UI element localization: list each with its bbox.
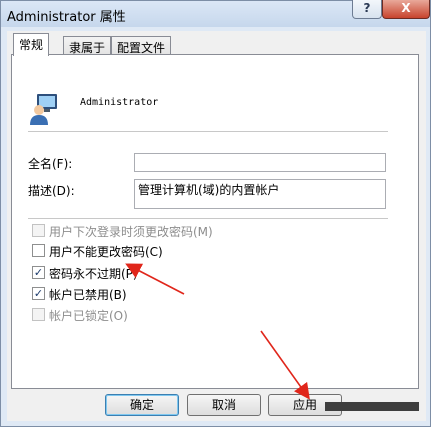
separator: [28, 218, 388, 219]
close-button[interactable]: X: [382, 0, 430, 19]
description-field[interactable]: 管理计算机(域)的内置帐户: [134, 179, 386, 209]
help-button[interactable]: ?: [352, 0, 382, 19]
user-name: Administrator: [80, 97, 159, 108]
checkbox-label: 帐户已禁用(B): [49, 288, 127, 302]
fullname-field[interactable]: [134, 153, 386, 172]
title-bar: Administrator 属性 ? X: [1, 0, 430, 27]
checkbox-box: [32, 224, 45, 237]
general-tab-panel: Administrator 全名(F): 描述(D): 管理计算机(域)的内置帐…: [11, 54, 419, 389]
checkbox-box[interactable]: ✓: [32, 266, 45, 279]
checkbox-box[interactable]: [32, 244, 45, 257]
properties-dialog: Administrator 属性 ? X 常规 隶属于 配置文件 Adminis…: [0, 0, 431, 427]
cancel-button[interactable]: 取消: [187, 394, 261, 416]
tab-general[interactable]: 常规: [13, 33, 50, 56]
ok-button[interactable]: 确定: [105, 394, 179, 416]
checkbox-label: 密码永不过期(P): [49, 267, 138, 281]
tab-profile[interactable]: 配置文件: [111, 36, 172, 55]
tab-member-of[interactable]: 隶属于: [63, 36, 112, 55]
checkbox-box: [32, 308, 45, 321]
fullname-label: 全名(F):: [28, 157, 73, 171]
separator: [28, 131, 388, 132]
user-icon: [30, 94, 57, 125]
description-label: 描述(D):: [28, 184, 75, 198]
checkbox-label: 用户不能更改密码(C): [49, 245, 163, 259]
redaction-mark: [325, 402, 419, 411]
checkbox-box[interactable]: ✓: [32, 287, 45, 300]
checkbox-label: 用户下次登录时须更改密码(M): [49, 225, 213, 239]
dialog-body: 常规 隶属于 配置文件 Administrator 全名(F): 描述(D): …: [7, 31, 426, 421]
window-title: Administrator 属性: [7, 10, 126, 25]
checkbox-label: 帐户已锁定(O): [49, 309, 128, 323]
